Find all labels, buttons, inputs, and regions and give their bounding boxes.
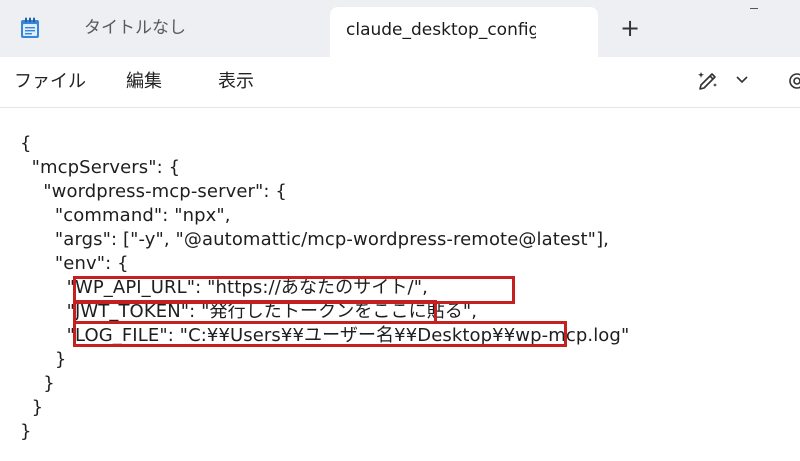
code-line: } — [20, 373, 55, 394]
minimize-edge-icon[interactable] — [750, 8, 758, 9]
code-line: "wordpress-mcp-server": { — [20, 181, 287, 202]
code-line: } — [20, 397, 44, 418]
menu-bar: ファイル 編集 表示 — [0, 57, 800, 108]
code-line: { — [20, 133, 32, 154]
highlight-box-log-file — [73, 321, 567, 347]
tab-bar: タイトルなし claude_desktop_config.json + — [0, 0, 800, 57]
code-line: "args": ["-y", "@automattic/mcp-wordpres… — [20, 229, 610, 250]
code-line: } — [20, 349, 67, 370]
code-line: } — [20, 421, 32, 442]
tab-label: タイトルなし — [84, 18, 186, 38]
tab-untitled[interactable]: タイトルなし — [58, 0, 326, 57]
copilot-pen-icon[interactable] — [696, 69, 720, 93]
menu-edit[interactable]: 編集 — [126, 69, 162, 95]
menu-view[interactable]: 表示 — [218, 69, 254, 95]
tab-label: claude_desktop_config.json — [346, 20, 536, 40]
notepad-icon — [21, 17, 39, 38]
new-tab-button[interactable]: + — [614, 14, 646, 44]
text-editor[interactable]: { "mcpServers": { "wordpress-mcp-server"… — [0, 108, 800, 461]
code-line: "mcpServers": { — [20, 157, 181, 178]
code-line: "env": { — [20, 253, 129, 274]
code-line: "command": "npx", — [20, 205, 231, 226]
tab-claude-desktop-config[interactable]: claude_desktop_config.json — [330, 7, 598, 57]
gear-icon[interactable] — [786, 70, 800, 92]
menu-file[interactable]: ファイル — [14, 69, 86, 95]
notepad-window: タイトルなし claude_desktop_config.json + ファイル… — [0, 0, 800, 461]
chevron-down-icon[interactable] — [735, 75, 749, 85]
